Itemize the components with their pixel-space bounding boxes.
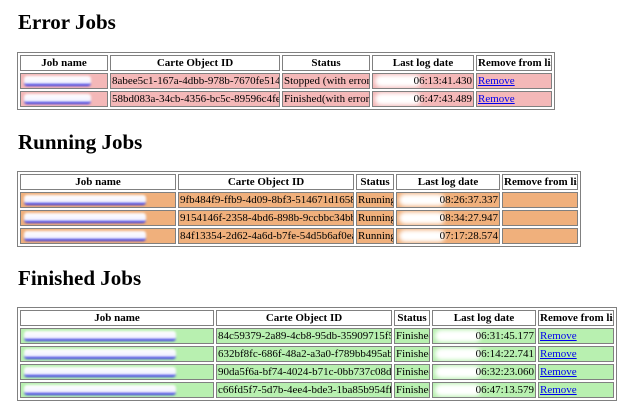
- table-header-row: Job name Carte Object ID Status Last log…: [20, 174, 578, 190]
- last-log-date: 08:26:37.337: [396, 192, 500, 208]
- table-row: 632bf8fc-686f-48a2-a3a0-f789bb495ab1 Fin…: [20, 346, 614, 362]
- job-status: Finished: [394, 346, 430, 362]
- last-log-date: 06:32:23.060: [432, 364, 536, 380]
- last-log-date: 08:34:27.947: [396, 210, 500, 226]
- carte-object-id: c66fd5f7-5d7b-4ee4-bde3-1ba85b954ff1: [216, 382, 392, 398]
- col-carte-object-id: Carte Object ID: [178, 174, 354, 190]
- job-status: Finished: [394, 382, 430, 398]
- last-log-date: 07:17:28.574: [396, 228, 500, 244]
- col-last-log-date: Last log date: [372, 55, 474, 71]
- carte-object-id: 632bf8fc-686f-48a2-a3a0-f789bb495ab1: [216, 346, 392, 362]
- table-row: c66fd5f7-5d7b-4ee4-bde3-1ba85b954ff1 Fin…: [20, 382, 614, 398]
- remove-link[interactable]: Remove: [540, 330, 577, 342]
- job-status: Running: [356, 228, 394, 244]
- job-name-link[interactable]: [20, 192, 176, 208]
- remove-cell: [502, 192, 578, 208]
- job-status: Finished(with errors): [282, 91, 370, 107]
- error-jobs-title: Error Jobs: [18, 10, 116, 34]
- job-name-link[interactable]: [20, 328, 214, 344]
- col-last-log-date: Last log date: [432, 310, 536, 326]
- last-log-date: 06:31:45.177: [432, 328, 536, 344]
- remove-link[interactable]: Remove: [478, 93, 515, 105]
- table-row: 9fb484f9-ffb9-4d09-8bf3-514671d16581 Run…: [20, 192, 578, 208]
- col-carte-object-id: Carte Object ID: [110, 55, 280, 71]
- carte-object-id: 9fb484f9-ffb9-4d09-8bf3-514671d16581: [178, 192, 354, 208]
- col-status: Status: [282, 55, 370, 71]
- remove-link[interactable]: Remove: [540, 348, 577, 360]
- col-remove: Remove from list: [538, 310, 614, 326]
- finished-jobs-title: Finished Jobs: [18, 266, 142, 290]
- last-log-date: 06:13:41.430: [372, 73, 474, 89]
- last-log-date: 06:47:43.489: [372, 91, 474, 107]
- col-status: Status: [356, 174, 394, 190]
- job-status: Running: [356, 210, 394, 226]
- col-last-log-date: Last log date: [396, 174, 500, 190]
- job-name-link[interactable]: [20, 346, 214, 362]
- col-remove: Remove from list: [476, 55, 552, 71]
- job-name-link[interactable]: [20, 364, 214, 380]
- carte-object-id: 84f13354-2d62-4a6d-b7fe-54d5b6af0ea8: [178, 228, 354, 244]
- table-row: 58bd083a-34cb-4356-bc5c-89596c4feee8 Fin…: [20, 91, 552, 107]
- col-job-name: Job name: [20, 174, 176, 190]
- remove-link[interactable]: Remove: [540, 366, 577, 378]
- table-header-row: Job name Carte Object ID Status Last log…: [20, 55, 552, 71]
- job-name-link[interactable]: [20, 91, 108, 107]
- carte-object-id: 8abee5c1-167a-4dbb-978b-7670fe514c64: [110, 73, 280, 89]
- job-status: Stopped (with errors): [282, 73, 370, 89]
- remove-cell: [502, 210, 578, 226]
- carte-object-id: 58bd083a-34cb-4356-bc5c-89596c4feee8: [110, 91, 280, 107]
- col-job-name: Job name: [20, 310, 214, 326]
- job-status: Finished: [394, 328, 430, 344]
- last-log-date: 06:47:13.579: [432, 382, 536, 398]
- running-jobs-title: Running Jobs: [18, 130, 143, 154]
- job-status: Running: [356, 192, 394, 208]
- table-row: 8abee5c1-167a-4dbb-978b-7670fe514c64 Sto…: [20, 73, 552, 89]
- remove-link[interactable]: Remove: [478, 75, 515, 87]
- carte-object-id: 90da5f6a-bf74-4024-b71c-0bb737c08ddc: [216, 364, 392, 380]
- job-status: Finished: [394, 364, 430, 380]
- remove-cell: [502, 228, 578, 244]
- col-remove: Remove from list: [502, 174, 578, 190]
- job-name-link[interactable]: [20, 210, 176, 226]
- remove-link[interactable]: Remove: [540, 384, 577, 396]
- col-status: Status: [394, 310, 430, 326]
- table-row: 9154146f-2358-4bd6-898b-9ccbbc34bbe1 Run…: [20, 210, 578, 226]
- finished-jobs-table: Job name Carte Object ID Status Last log…: [17, 307, 617, 401]
- job-name-link[interactable]: [20, 228, 176, 244]
- carte-object-id: 9154146f-2358-4bd6-898b-9ccbbc34bbe1: [178, 210, 354, 226]
- error-jobs-table: Job name Carte Object ID Status Last log…: [17, 52, 555, 110]
- col-carte-object-id: Carte Object ID: [216, 310, 392, 326]
- table-row: 84f13354-2d62-4a6d-b7fe-54d5b6af0ea8 Run…: [20, 228, 578, 244]
- last-log-date: 06:14:22.741: [432, 346, 536, 362]
- table-header-row: Job name Carte Object ID Status Last log…: [20, 310, 614, 326]
- job-name-link[interactable]: [20, 73, 108, 89]
- col-job-name: Job name: [20, 55, 108, 71]
- job-name-link[interactable]: [20, 382, 214, 398]
- table-row: 90da5f6a-bf74-4024-b71c-0bb737c08ddc Fin…: [20, 364, 614, 380]
- table-row: 84c59379-2a89-4cb8-95db-35909715f5ef Fin…: [20, 328, 614, 344]
- running-jobs-table: Job name Carte Object ID Status Last log…: [17, 171, 581, 247]
- carte-object-id: 84c59379-2a89-4cb8-95db-35909715f5ef: [216, 328, 392, 344]
